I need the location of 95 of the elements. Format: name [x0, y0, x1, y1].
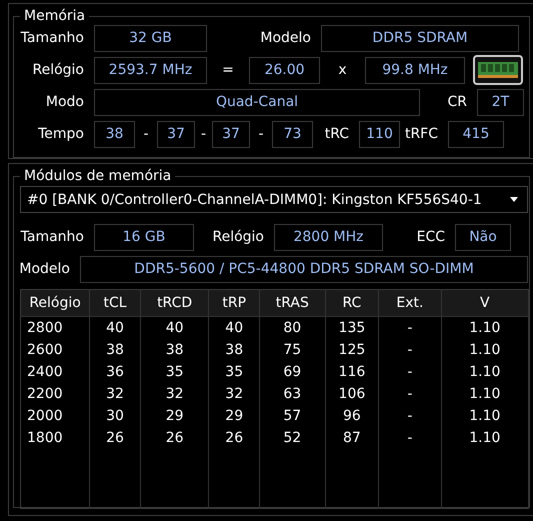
table-cell: 106 — [325, 383, 379, 405]
table-cell: 29 — [140, 405, 209, 427]
table-cell: - — [378, 361, 442, 383]
field-label: CR — [446, 94, 467, 110]
field-label: Tamanho — [20, 229, 84, 245]
column-header: tRAS — [260, 290, 326, 316]
table-cell: 52 — [260, 427, 326, 449]
operator-symbol: - — [257, 126, 265, 142]
value-field: 16 GB — [94, 224, 194, 250]
table-cell: 36 — [90, 361, 140, 383]
table-cell: - — [378, 427, 442, 449]
table-cell: - — [378, 316, 442, 339]
table-cell: 35 — [140, 361, 209, 383]
value-field: DDR5 SDRAM — [321, 24, 519, 52]
table-cell: 1.10 — [441, 405, 528, 427]
table-cell: 116 — [325, 361, 379, 383]
timing-field: 38 — [94, 120, 135, 148]
table-cell: 1.10 — [441, 427, 528, 449]
column-header: tRCD — [140, 290, 209, 316]
table-cell: 35 — [208, 361, 260, 383]
table-cell: - — [378, 405, 442, 427]
table-cell: 38 — [140, 339, 209, 361]
module-dropdown[interactable]: #0 [BANK 0/Controller0-ChannelA-DIMM0]: Kingston KF556S40-1 — [20, 186, 528, 213]
table-cell: 57 — [260, 405, 326, 427]
column-header: Ext. — [378, 290, 442, 316]
operator-symbol: = — [221, 62, 235, 78]
group-title: Memória — [23, 8, 86, 24]
table-cell: 2000 — [20, 405, 90, 427]
field-label: Relógio — [211, 229, 264, 245]
value-field: Quad-Canal — [94, 88, 420, 116]
table-cell: 2400 — [20, 361, 90, 383]
value-field: 110 — [359, 120, 400, 148]
value-field: 2593.7 MHz — [94, 56, 207, 84]
operator-symbol: - — [142, 126, 150, 142]
table-cell: 2800 — [20, 316, 90, 339]
table-cell: 38 — [208, 339, 260, 361]
table-cell: 75 — [260, 339, 326, 361]
table-cell: - — [378, 339, 442, 361]
value-field: Não — [455, 224, 511, 250]
table-cell: 1.10 — [441, 383, 528, 405]
table-cell: 26 — [208, 427, 260, 449]
field-label: Tempo — [37, 126, 84, 142]
field-label: tRFC — [404, 126, 438, 142]
group-title: Módulos de memória — [23, 168, 172, 184]
table-cell: 135 — [325, 316, 379, 339]
value-field: DDR5-5600 / PC5-44800 DDR5 SDRAM SO-DIMM — [80, 256, 528, 282]
table-cell: 40 — [140, 316, 209, 339]
table-cell: 30 — [90, 405, 140, 427]
table-cell: 2600 — [20, 339, 90, 361]
table-cell: 29 — [208, 405, 260, 427]
table-cell: 32 — [208, 383, 260, 405]
table-cell: 80 — [260, 316, 326, 339]
value-field: 26.00 — [249, 56, 320, 84]
operator-symbol: - — [200, 126, 208, 142]
table-cell: 32 — [90, 383, 140, 405]
table-cell: 69 — [260, 361, 326, 383]
field-label: ECC — [416, 229, 445, 245]
field-label: Modelo — [259, 30, 311, 46]
field-label: Tamanho — [20, 30, 84, 46]
column-header: Relógio — [20, 290, 90, 316]
column-header: tRP — [208, 290, 260, 316]
value-field: 2T — [477, 88, 524, 116]
value-field: 32 GB — [94, 24, 207, 52]
field-label: Modelo — [18, 261, 70, 277]
table-cell: 1.10 — [441, 316, 528, 339]
operator-symbol: x — [337, 62, 348, 78]
value-field: 99.8 MHz — [365, 56, 465, 84]
field-label: Modo — [44, 94, 84, 110]
table-cell: 87 — [325, 427, 379, 449]
caret-icon — [509, 196, 519, 202]
field-label: tRC — [324, 126, 349, 142]
table-cell: 40 — [208, 316, 260, 339]
table-cell: 125 — [325, 339, 379, 361]
table-cell: 40 — [90, 316, 140, 339]
table-cell: 26 — [90, 427, 140, 449]
value-field: 2800 MHz — [274, 224, 383, 250]
table-cell: 96 — [325, 405, 379, 427]
table-cell: 2200 — [20, 383, 90, 405]
table-cell: 32 — [140, 383, 209, 405]
value-field: 415 — [448, 120, 504, 148]
timing-field: 37 — [157, 120, 195, 148]
table-cell: 38 — [90, 339, 140, 361]
table-cell: - — [378, 383, 442, 405]
table-cell: 1800 — [20, 427, 90, 449]
memory-module-icon[interactable] — [473, 55, 523, 85]
column-header: V — [441, 290, 528, 316]
timing-field: 73 — [272, 120, 313, 148]
table-cell: 63 — [260, 383, 326, 405]
timing-field: 37 — [212, 120, 250, 148]
table-cell: 26 — [140, 427, 209, 449]
table-cell: 1.10 — [441, 361, 528, 383]
table-cell: 1.10 — [441, 339, 528, 361]
column-header: RC — [325, 290, 379, 316]
field-label: Relógio — [31, 62, 84, 78]
column-header: tCL — [90, 290, 140, 316]
